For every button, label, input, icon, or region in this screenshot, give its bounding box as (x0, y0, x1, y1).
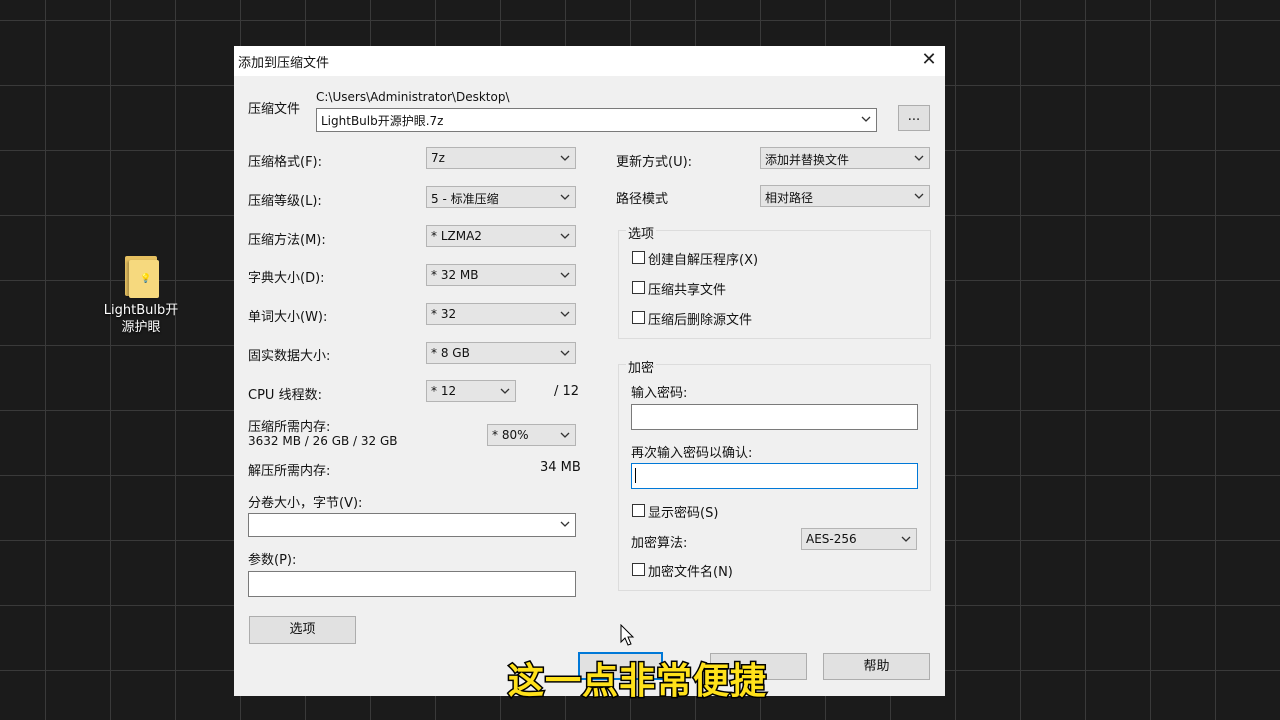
dialog-title: 添加到压缩文件 (238, 56, 330, 71)
encrypt-names-checkbox[interactable] (632, 563, 645, 576)
cpu-threads-value: * 12 (431, 384, 457, 398)
close-icon[interactable]: ✕ (914, 46, 944, 74)
chevron-down-icon (560, 311, 570, 317)
method-label: 压缩方法(M): (248, 233, 326, 248)
encryption-method-label: 加密算法: (631, 536, 688, 551)
update-mode-label: 更新方式(U): (616, 155, 693, 170)
encryption-group-title: 加密 (626, 357, 657, 376)
path-mode-select[interactable]: 相对路径 (760, 185, 930, 207)
format-select[interactable]: 7z (426, 147, 576, 169)
encryption-method-select[interactable]: AES-256 (801, 528, 917, 550)
chevron-down-icon (861, 116, 871, 122)
chevron-down-icon (914, 193, 924, 199)
sfx-label: 创建自解压程序(X) (648, 253, 759, 268)
chevron-down-icon (500, 388, 510, 394)
level-label: 压缩等级(L): (248, 194, 322, 209)
method-value: * LZMA2 (431, 229, 482, 243)
solid-size-select[interactable]: * 8 GB (426, 342, 576, 364)
encrypt-names-label: 加密文件名(N) (648, 565, 733, 580)
show-password-label: 显示密码(S) (648, 506, 719, 521)
chevron-down-icon (560, 432, 570, 438)
confirm-password-label: 再次输入密码以确认: (631, 446, 753, 461)
chevron-down-icon (901, 536, 911, 542)
shared-files-label: 压缩共享文件 (648, 283, 727, 298)
folder-icon: 💡 (123, 250, 159, 298)
delete-after-checkbox[interactable] (632, 311, 645, 324)
chevron-down-icon (560, 272, 570, 278)
word-size-select[interactable]: * 32 (426, 303, 576, 325)
format-label: 压缩格式(F): (248, 155, 323, 170)
dictionary-value: * 32 MB (431, 268, 479, 282)
path-mode-value: 相对路径 (765, 191, 814, 205)
solid-size-label: 固实数据大小: (248, 349, 331, 364)
confirm-password-input[interactable] (631, 463, 918, 489)
update-mode-select[interactable]: 添加并替换文件 (760, 147, 930, 169)
solid-size-value: * 8 GB (431, 346, 470, 360)
volume-size-combo[interactable] (248, 513, 576, 537)
add-to-archive-dialog: 添加到压缩文件 ✕ 压缩文件 C:\Users\Administrator\De… (234, 46, 945, 696)
archive-name-value: LightBulb开源护眼.7z (321, 114, 444, 128)
desktop-icon-label: LightBulb开 源护眼 (103, 303, 179, 335)
parameters-label: 参数(P): (248, 553, 297, 568)
encryption-method-value: AES-256 (806, 532, 857, 546)
word-size-value: * 32 (431, 307, 457, 321)
volume-size-label: 分卷大小，字节(V): (248, 496, 363, 511)
path-mode-label: 路径模式 (616, 192, 669, 207)
cpu-threads-select[interactable]: * 12 (426, 380, 516, 402)
delete-after-label: 压缩后删除源文件 (648, 313, 753, 328)
chevron-down-icon (914, 155, 924, 161)
chevron-down-icon (560, 350, 570, 356)
chevron-down-icon (560, 521, 570, 527)
decompress-memory-value: 34 MB (540, 460, 581, 475)
memory-label: 压缩所需内存: (248, 420, 331, 435)
cpu-threads-max: / 12 (554, 384, 580, 399)
chevron-down-icon (560, 194, 570, 200)
memory-usage-select[interactable]: * 80% (487, 424, 576, 446)
dictionary-label: 字典大小(D): (248, 271, 325, 286)
archive-path: C:\Users\Administrator\Desktop\ (316, 90, 510, 104)
show-password-checkbox[interactable] (632, 504, 645, 517)
archive-name-combo[interactable]: LightBulb开源护眼.7z (316, 108, 877, 132)
decompress-memory-label: 解压所需内存: (248, 464, 331, 479)
sfx-checkbox[interactable] (632, 251, 645, 264)
parameters-input[interactable] (248, 571, 576, 597)
video-subtitle: 这一点非常便捷 (506, 660, 768, 704)
format-value: 7z (431, 151, 445, 165)
dictionary-select[interactable]: * 32 MB (426, 264, 576, 286)
desktop-folder-icon[interactable]: 💡 LightBulb开 源护眼 (96, 250, 186, 336)
chevron-down-icon (560, 155, 570, 161)
help-button[interactable]: 帮助 (823, 653, 930, 680)
options-button[interactable]: 选项 (249, 616, 356, 644)
options-group-title: 选项 (626, 223, 657, 242)
password-input[interactable] (631, 404, 918, 430)
password-label: 输入密码: (631, 386, 688, 401)
title-bar: 添加到压缩文件 ✕ (234, 46, 945, 76)
shared-files-checkbox[interactable] (632, 281, 645, 294)
text-caret (635, 468, 636, 483)
level-value: 5 - 标准压缩 (431, 192, 499, 206)
memory-detail: 3632 MB / 26 GB / 32 GB (248, 434, 398, 448)
memory-usage-value: * 80% (492, 428, 529, 442)
mouse-pointer-icon (620, 624, 635, 646)
method-select[interactable]: * LZMA2 (426, 225, 576, 247)
cpu-threads-label: CPU 线程数: (248, 388, 322, 403)
archive-label: 压缩文件 (248, 102, 301, 117)
browse-button[interactable]: ... (898, 105, 930, 131)
word-size-label: 单词大小(W): (248, 310, 328, 325)
chevron-down-icon (560, 233, 570, 239)
level-select[interactable]: 5 - 标准压缩 (426, 186, 576, 208)
update-mode-value: 添加并替换文件 (765, 153, 850, 167)
